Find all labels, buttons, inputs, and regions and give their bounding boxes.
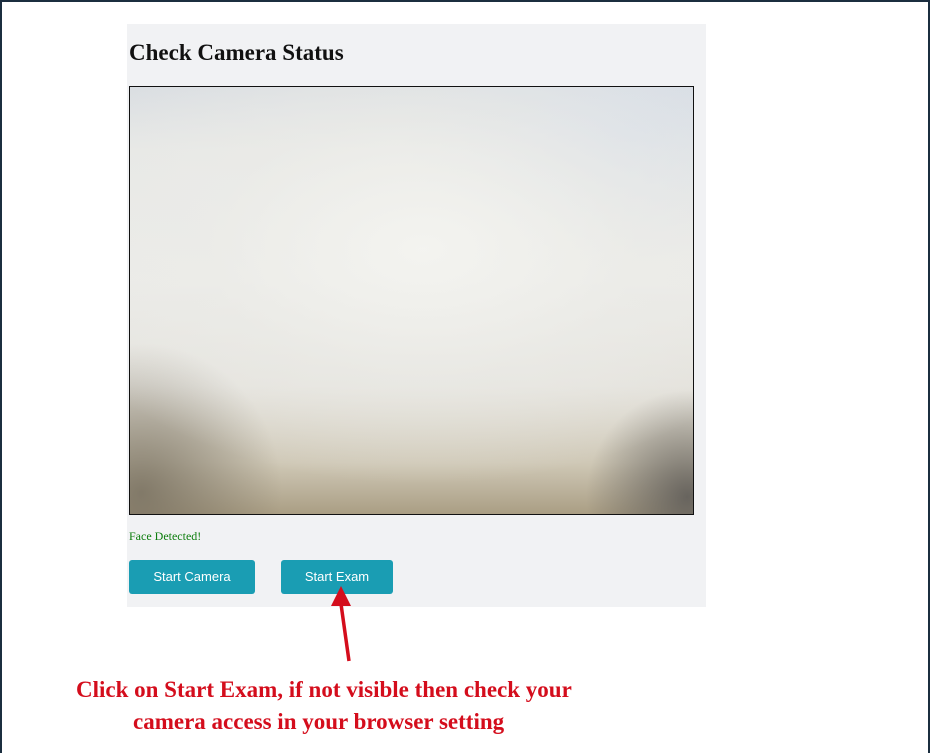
instruction-line-2: camera access in your browser setting <box>133 709 505 734</box>
instruction-line-1: Click on Start Exam, if not visible then… <box>76 677 572 702</box>
start-camera-button[interactable]: Start Camera <box>129 560 255 594</box>
face-detection-status: Face Detected! <box>129 529 202 543</box>
instruction-annotation: Click on Start Exam, if not visible then… <box>0 674 934 738</box>
panel-title: Check Camera Status <box>129 40 344 65</box>
arrow-up-icon <box>331 586 351 662</box>
camera-check-panel: Check Camera Status Face Detected! Start… <box>127 24 706 607</box>
camera-video-feed <box>129 86 694 515</box>
